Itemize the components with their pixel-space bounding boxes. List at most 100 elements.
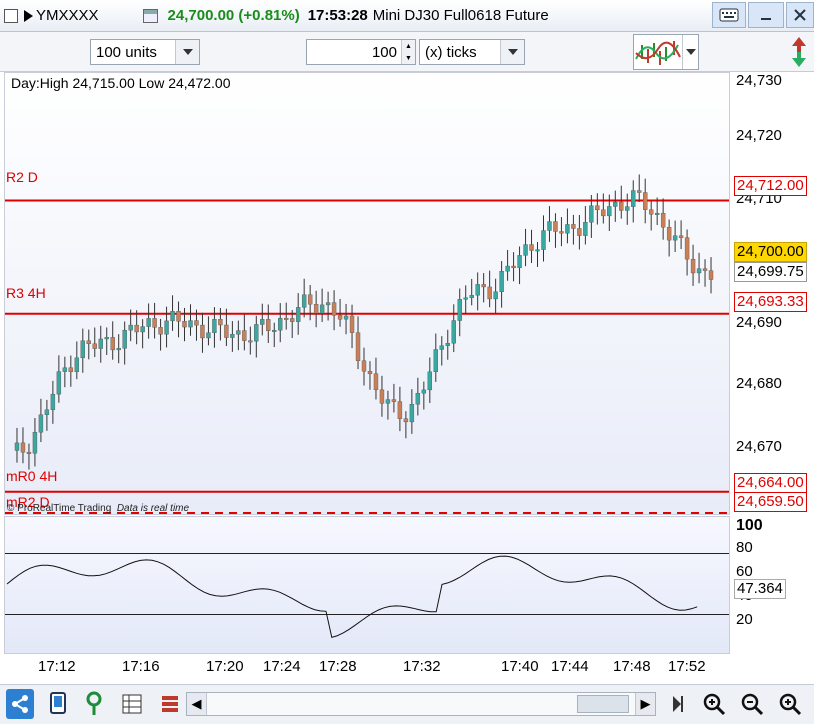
ticks-select[interactable]: (x) ticks (419, 39, 525, 65)
candle[interactable] (164, 320, 169, 335)
candle[interactable] (439, 345, 444, 350)
candle[interactable] (601, 209, 606, 217)
candle[interactable] (553, 221, 558, 232)
candle[interactable] (648, 209, 654, 215)
candle[interactable] (445, 342, 450, 346)
candle[interactable] (463, 297, 468, 300)
candle[interactable] (230, 334, 235, 338)
candle[interactable] (385, 399, 391, 404)
wrench-icon[interactable] (82, 689, 110, 719)
oscillator-plot[interactable] (5, 517, 730, 654)
candle[interactable] (188, 320, 193, 328)
stepper-arrows[interactable]: ▲ ▼ (401, 40, 415, 64)
candle[interactable] (68, 367, 74, 373)
candle[interactable] (529, 244, 534, 251)
candle[interactable] (415, 392, 421, 405)
candle[interactable] (547, 221, 552, 231)
candle[interactable] (487, 286, 492, 300)
candle[interactable] (619, 201, 624, 211)
candle[interactable] (654, 212, 660, 215)
candle[interactable] (337, 315, 343, 320)
oscillator-panel[interactable] (4, 516, 730, 654)
candle[interactable] (493, 291, 498, 300)
candle[interactable] (152, 318, 157, 328)
candle[interactable] (589, 205, 594, 223)
candle[interactable] (379, 389, 385, 404)
candle[interactable] (409, 403, 415, 423)
candle[interactable] (481, 284, 486, 288)
candle[interactable] (595, 205, 600, 211)
candle[interactable] (361, 360, 367, 372)
candle[interactable] (571, 224, 576, 229)
candle[interactable] (128, 324, 133, 331)
candle[interactable] (260, 319, 265, 325)
play-triangle-icon[interactable] (24, 9, 33, 22)
candle[interactable] (325, 302, 331, 306)
candle[interactable] (224, 324, 229, 338)
select-checkbox[interactable] (4, 8, 18, 23)
candle[interactable] (421, 389, 427, 394)
candle[interactable] (134, 324, 139, 333)
candle[interactable] (272, 329, 277, 332)
candle[interactable] (499, 271, 504, 292)
candle[interactable] (194, 320, 199, 326)
candle[interactable] (660, 212, 666, 228)
quantity-value[interactable]: 100 (307, 44, 401, 61)
candle[interactable] (475, 284, 480, 296)
price-chart[interactable]: Day:High 24,715.00 Low 24,472.00 R2 D R3… (4, 72, 730, 515)
candle[interactable] (98, 338, 103, 349)
zoom-fit-icon[interactable] (700, 689, 728, 719)
candle[interactable] (110, 337, 115, 351)
candle[interactable] (32, 431, 38, 454)
candle[interactable] (690, 258, 696, 274)
candle[interactable] (631, 190, 636, 207)
phone-icon[interactable] (44, 689, 72, 719)
share-icon[interactable] (6, 689, 34, 719)
candle[interactable] (708, 270, 714, 280)
candle[interactable] (254, 324, 259, 342)
candle[interactable] (242, 330, 247, 341)
candle[interactable] (523, 244, 528, 256)
candle[interactable] (50, 393, 56, 410)
scroll-left-icon[interactable]: ◀ (187, 693, 207, 715)
candle[interactable] (62, 367, 68, 372)
candle[interactable] (116, 348, 121, 351)
candle[interactable] (56, 371, 62, 395)
candle[interactable] (158, 327, 163, 335)
candle[interactable] (696, 268, 702, 274)
indicator-button[interactable] (633, 34, 699, 70)
candle[interactable] (146, 318, 151, 327)
candle[interactable] (176, 311, 181, 322)
candle[interactable] (427, 371, 433, 391)
price-axis[interactable]: 24,730 24,720 24,710 24,690 24,680 24,67… (730, 72, 814, 654)
candle[interactable] (140, 326, 145, 333)
candle[interactable] (80, 340, 85, 359)
candle[interactable] (367, 371, 373, 374)
candle[interactable] (331, 302, 337, 316)
candle[interactable] (26, 451, 32, 454)
scroll-right-icon[interactable]: ▶ (635, 693, 655, 715)
candle[interactable] (672, 235, 678, 241)
stepper-up-icon[interactable]: ▲ (402, 40, 415, 52)
candle[interactable] (122, 329, 127, 349)
candle[interactable] (469, 295, 474, 298)
candle[interactable] (625, 206, 630, 211)
candle[interactable] (433, 349, 438, 373)
candle[interactable] (38, 414, 44, 433)
candle[interactable] (278, 317, 283, 331)
candle[interactable] (355, 332, 361, 361)
minimize-icon[interactable] (748, 2, 784, 28)
chevron-down-icon[interactable] (500, 40, 524, 64)
chevron-down-icon[interactable] (175, 40, 199, 64)
horizontal-scrollbar[interactable]: ◀ ▶ (186, 692, 656, 716)
scroll-thumb[interactable] (577, 695, 629, 713)
candle[interactable] (290, 318, 295, 322)
close-icon[interactable] (786, 2, 814, 28)
candle[interactable] (313, 303, 319, 314)
candle[interactable] (301, 294, 307, 308)
candle[interactable] (20, 442, 26, 453)
candle[interactable] (200, 324, 205, 339)
candle[interactable] (511, 265, 516, 269)
candle[interactable] (559, 231, 564, 234)
candle[interactable] (403, 418, 409, 423)
